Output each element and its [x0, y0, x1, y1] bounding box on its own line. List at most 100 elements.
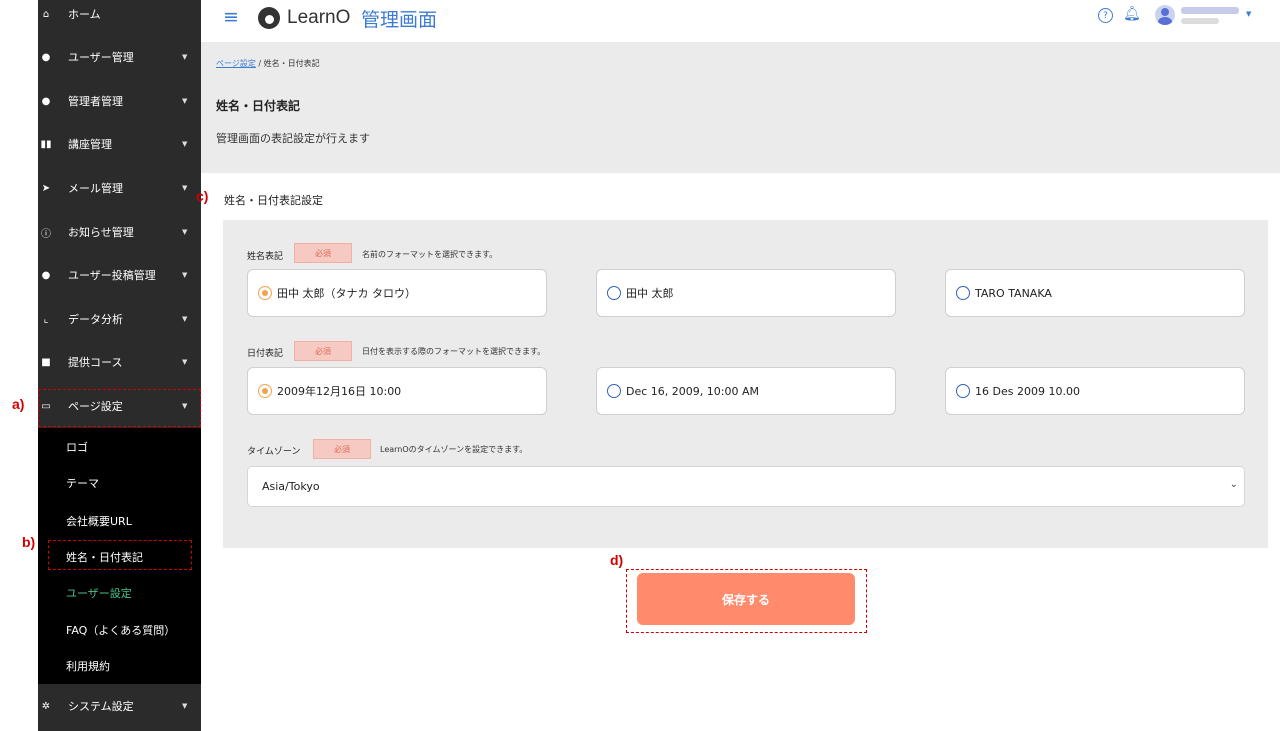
sidebar-item-offered-courses[interactable]: ■ 提供コース ▼	[38, 342, 201, 382]
breadcrumb-parent-link[interactable]: ページ設定	[216, 59, 256, 68]
timezone-label: タイムゾーン	[247, 447, 301, 457]
home-icon: ⌂	[42, 8, 50, 20]
admin-icon: ●	[41, 95, 51, 107]
radio-unchecked[interactable]	[956, 384, 970, 398]
date-format-option-2[interactable]: Dec 16, 2009, 10:00 AM	[596, 367, 896, 415]
logo-icon	[258, 7, 280, 29]
date-format-label: 日付表記	[247, 349, 284, 359]
required-badge: 必須	[294, 243, 352, 263]
paper-plane-icon: ➤	[41, 182, 51, 194]
gear-icon: ✲	[41, 700, 51, 712]
help-icon[interactable]: ?	[1098, 8, 1113, 23]
chevron-down-icon: ▼	[182, 271, 188, 279]
radio-checked[interactable]	[258, 286, 272, 300]
info-icon: ⓘ	[41, 228, 51, 240]
hamburger-menu-icon[interactable]: ≡	[223, 6, 239, 28]
annotation-box-b	[48, 540, 192, 570]
sidebar-item-label: ユーザー投稿管理	[68, 269, 156, 282]
comments-icon: ●	[41, 269, 51, 281]
option-label: 2009年12月16日 10:00	[277, 385, 402, 398]
sidebar-item-label: データ分析	[68, 313, 123, 326]
chevron-down-icon: ▼	[182, 53, 188, 61]
sidebar-item-news[interactable]: ⓘ お知らせ管理 ▼	[38, 212, 201, 252]
sidebar-item-mail[interactable]: ➤ メール管理 ▼	[38, 168, 201, 208]
sidebar-item-courses[interactable]: ▮▮ 講座管理 ▼	[38, 124, 201, 164]
chevron-down-icon: ▼	[182, 358, 188, 366]
chevron-down-icon: ▼	[182, 140, 188, 148]
chevron-down-icon: ▼	[182, 702, 188, 710]
user-menu-caret-icon[interactable]: ▼	[1246, 10, 1251, 18]
date-format-option-3[interactable]: 16 Des 2009 10.00	[945, 367, 1245, 415]
option-label: 田中 太郎（タナカ タロウ）	[277, 287, 416, 300]
sidebar-item-posts[interactable]: ● ユーザー投稿管理 ▼	[38, 255, 201, 295]
name-format-option-3[interactable]: TARO TANAKA	[945, 269, 1245, 317]
option-label: 田中 太郎	[626, 287, 674, 300]
chevron-down-icon: ▼	[182, 315, 188, 323]
name-format-label: 姓名表記	[247, 252, 284, 262]
page-description: 管理画面の表記設定が行えます	[216, 132, 370, 145]
admin-title: 管理画面	[361, 9, 438, 31]
name-format-option-1[interactable]: 田中 太郎（タナカ タロウ）	[247, 269, 547, 317]
sidebar-item-users[interactable]: ● ユーザー管理 ▼	[38, 37, 201, 77]
timezone-select[interactable]: Asia/Tokyo ⌄	[247, 466, 1245, 507]
sidebar-item-label: メール管理	[68, 182, 123, 195]
annotation-b: b)	[22, 534, 36, 550]
chart-icon: ⌞	[43, 313, 49, 325]
radio-unchecked[interactable]	[956, 286, 970, 300]
radio-unchecked[interactable]	[607, 286, 621, 300]
breadcrumb-separator: /	[258, 59, 262, 68]
sidebar-item-label: お知らせ管理	[68, 226, 134, 239]
radio-unchecked[interactable]	[607, 384, 621, 398]
sidebar-item-label: ホーム	[68, 8, 101, 21]
submenu-item-terms[interactable]: 利用規約	[66, 658, 110, 674]
user-icon: ●	[41, 51, 51, 63]
book-icon: ▮▮	[40, 138, 52, 150]
name-format-option-2[interactable]: 田中 太郎	[596, 269, 896, 317]
sidebar-item-label: 講座管理	[68, 138, 112, 151]
breadcrumb-current: 姓名・日付表記	[263, 59, 320, 68]
bell-icon[interactable]: 🔔︎	[1123, 6, 1141, 22]
section-title: 姓名・日付表記設定	[224, 194, 323, 207]
chevron-down-icon: ⌄	[1229, 479, 1238, 490]
sidebar-item-home[interactable]: ⌂ ホーム	[38, 0, 201, 34]
date-format-hint: 日付を表示する際のフォーマットを選択できます。	[362, 347, 546, 356]
option-label: TARO TANAKA	[975, 286, 1052, 300]
timezone-hint: LearnOのタイムゾーンを設定できます。	[380, 445, 528, 454]
sidebar-item-admins[interactable]: ● 管理者管理 ▼	[38, 81, 201, 121]
submenu-item-user-settings[interactable]: ユーザー設定	[66, 585, 132, 601]
avatar[interactable]	[1155, 5, 1175, 25]
required-badge: 必須	[313, 439, 371, 459]
sidebar-item-system-settings[interactable]: ✲ システム設定 ▼	[38, 686, 201, 726]
gift-icon: ■	[41, 356, 51, 368]
option-label: Dec 16, 2009, 10:00 AM	[626, 384, 759, 398]
user-role-redacted	[1181, 18, 1219, 24]
page-title: 姓名・日付表記	[216, 99, 301, 113]
annotation-a: a)	[12, 396, 25, 412]
annotation-box-a	[38, 389, 201, 427]
sidebar-item-label: ユーザー管理	[68, 51, 134, 64]
sidebar: ⌂ ホーム ● ユーザー管理 ▼ ● 管理者管理 ▼ ▮▮ 講座管理 ▼ ➤ メ…	[38, 0, 201, 731]
user-name-redacted	[1181, 7, 1239, 14]
logo-text: LearnO	[287, 7, 351, 28]
required-badge: 必須	[294, 341, 352, 361]
page-header: ページ設定 / 姓名・日付表記 姓名・日付表記 管理画面の表記設定が行えます	[201, 42, 1280, 173]
name-format-hint: 名前のフォーマットを選択できます。	[362, 250, 498, 259]
annotation-d: d)	[610, 552, 624, 568]
timezone-selected-value: Asia/Tokyo	[262, 480, 320, 493]
chevron-down-icon: ▼	[182, 97, 188, 105]
save-button[interactable]: 保存する	[637, 573, 855, 625]
sidebar-item-label: 提供コース	[68, 356, 123, 369]
submenu-item-company-url[interactable]: 会社概要URL	[66, 513, 132, 529]
date-format-option-1[interactable]: 2009年12月16日 10:00	[247, 367, 547, 415]
top-header: ≡ LearnO 管理画面 ? 🔔︎ ▼	[201, 0, 1280, 42]
option-label: 16 Des 2009 10.00	[975, 384, 1080, 398]
sidebar-item-label: システム設定	[68, 700, 134, 713]
radio-checked[interactable]	[258, 384, 272, 398]
chevron-down-icon: ▼	[182, 228, 188, 236]
sidebar-item-analytics[interactable]: ⌞ データ分析 ▼	[38, 299, 201, 339]
submenu-item-theme[interactable]: テーマ	[66, 475, 99, 491]
annotation-c: c)	[196, 188, 209, 204]
submenu-item-faq[interactable]: FAQ（よくある質問）	[66, 622, 175, 638]
submenu-item-logo[interactable]: ロゴ	[66, 439, 88, 455]
chevron-down-icon: ▼	[182, 184, 188, 192]
